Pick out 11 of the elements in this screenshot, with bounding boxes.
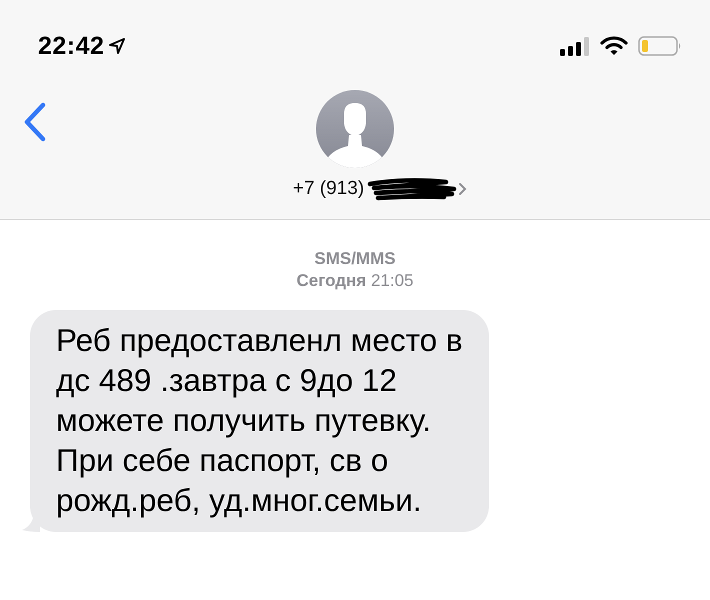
- timestamp: Сегодня 21:05: [296, 270, 414, 292]
- signal-icon: [560, 36, 590, 56]
- wifi-icon: [600, 36, 628, 56]
- clock: 22:42: [38, 32, 104, 60]
- service-label: SMS/MMS: [314, 248, 396, 270]
- avatar[interactable]: [316, 90, 394, 168]
- battery-icon: [638, 35, 682, 57]
- back-icon[interactable]: [22, 102, 48, 142]
- chevron-icon[interactable]: [458, 182, 468, 196]
- contact-name[interactable]: +7 (913): [292, 178, 364, 200]
- location-arrow-icon: [108, 37, 126, 55]
